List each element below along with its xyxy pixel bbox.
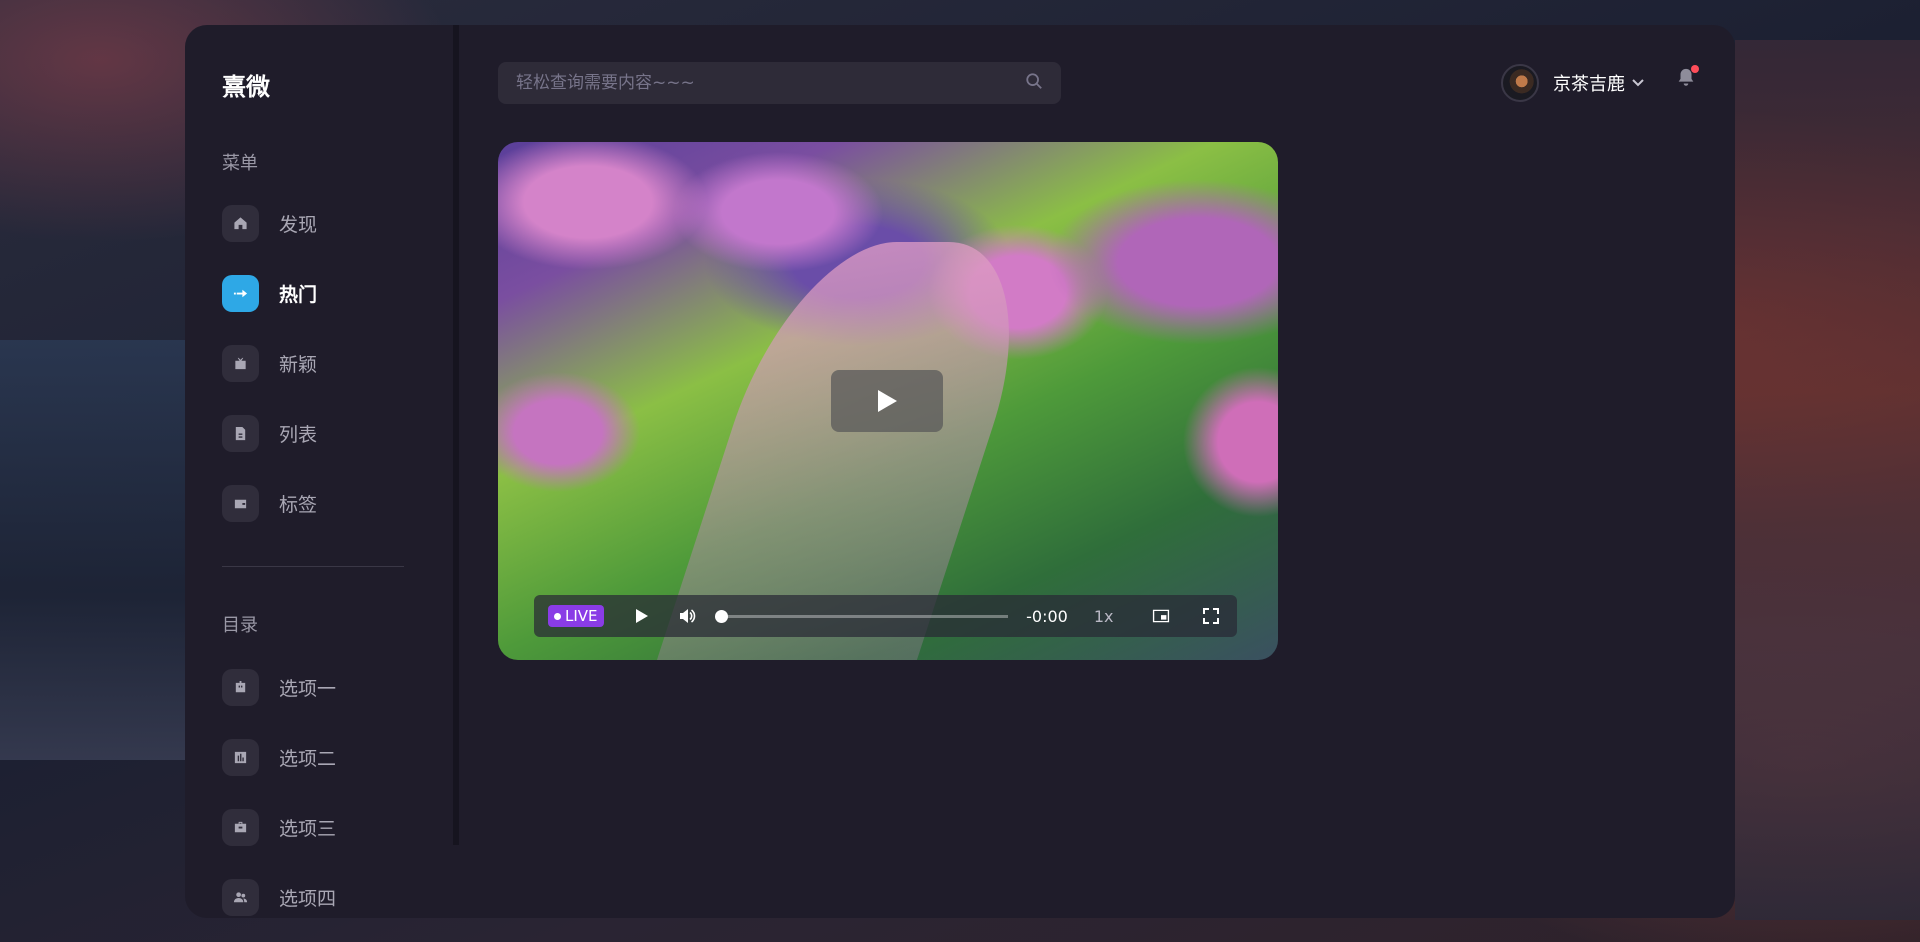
search-bar: [498, 62, 1061, 104]
arrow-right-icon: [222, 274, 259, 312]
fullscreen-button[interactable]: [1199, 604, 1223, 628]
sidebar-item-label: 新颖: [279, 353, 318, 376]
app-window: 熹微 菜单 发现 热门 新颖 列表 标签 目录 选项一 选项二 选项三 选项四 …: [185, 25, 1735, 918]
sidebar-item-list[interactable]: 列表: [222, 414, 317, 452]
live-label: LIVE: [565, 607, 598, 625]
notification-button[interactable]: [1675, 65, 1699, 93]
progress-thumb[interactable]: [715, 609, 729, 623]
sidebar-item-option-4[interactable]: 选项四: [222, 878, 336, 916]
sidebar-item-label: 选项四: [279, 887, 337, 910]
progress-bar[interactable]: [715, 609, 1009, 623]
briefcase-icon: [222, 808, 259, 846]
sidebar-item-label: 选项二: [279, 747, 337, 770]
sidebar-item-discover[interactable]: 发现: [222, 204, 317, 242]
sidebar-item-novel[interactable]: 新颖: [222, 344, 317, 382]
menu-section-title: 菜单: [222, 153, 258, 174]
wallet-icon: [222, 484, 259, 522]
sidebar-item-option-2[interactable]: 选项二: [222, 738, 336, 776]
live-dot-icon: [554, 612, 561, 620]
picture-in-picture-icon: [1153, 609, 1170, 623]
robot-icon: [222, 668, 259, 706]
video-player[interactable]: LIVE -0:00 1x: [498, 142, 1278, 660]
sidebar-item-hot[interactable]: 热门: [222, 274, 317, 312]
home-icon: [222, 204, 259, 242]
play-icon: [636, 609, 649, 623]
sidebar-item-option-3[interactable]: 选项三: [222, 808, 336, 846]
playback-speed-button[interactable]: 1x: [1094, 607, 1114, 626]
document-icon: [222, 414, 259, 452]
video-controls: LIVE -0:00 1x: [534, 595, 1237, 637]
search-input[interactable]: [516, 73, 1025, 93]
sidebar-item-label: 标签: [279, 493, 318, 516]
background-decoration: [0, 340, 190, 760]
sidebar-item-label: 列表: [279, 423, 318, 446]
play-icon: [878, 390, 897, 412]
search-icon[interactable]: [1025, 72, 1043, 94]
user-name: 京茶吉鹿: [1553, 74, 1625, 95]
avatar: [1501, 64, 1539, 102]
chevron-down-icon: [1631, 74, 1645, 93]
fullscreen-icon: [1203, 608, 1220, 624]
big-play-button[interactable]: [831, 370, 943, 432]
sidebar: 熹微 菜单 发现 热门 新颖 列表 标签 目录 选项一 选项二 选项三 选项四: [185, 25, 453, 918]
sidebar-item-label: 热门: [279, 283, 318, 306]
bell-icon: [1675, 68, 1697, 93]
background-decoration: [1735, 40, 1920, 920]
catalog-section-title: 目录: [222, 615, 258, 636]
notification-badge: [1691, 65, 1699, 73]
time-remaining: -0:00: [1026, 606, 1068, 626]
users-icon: [222, 878, 259, 916]
volume-button[interactable]: [675, 604, 699, 628]
user-menu[interactable]: 京茶吉鹿: [1501, 63, 1645, 103]
volume-icon: [680, 609, 696, 623]
sidebar-item-label: 选项三: [279, 817, 337, 840]
sidebar-item-label: 发现: [279, 213, 318, 236]
chart-icon: [222, 738, 259, 776]
app-logo: 熹微: [222, 73, 270, 101]
live-badge[interactable]: LIVE: [548, 605, 604, 627]
sidebar-divider: [222, 566, 404, 567]
tv-icon: [222, 344, 259, 382]
play-button[interactable]: [630, 604, 654, 628]
sidebar-item-tags[interactable]: 标签: [222, 484, 317, 522]
sidebar-item-option-1[interactable]: 选项一: [222, 668, 336, 706]
sidebar-border: [453, 25, 459, 845]
picture-in-picture-button[interactable]: [1150, 604, 1174, 628]
sidebar-item-label: 选项一: [279, 677, 337, 700]
